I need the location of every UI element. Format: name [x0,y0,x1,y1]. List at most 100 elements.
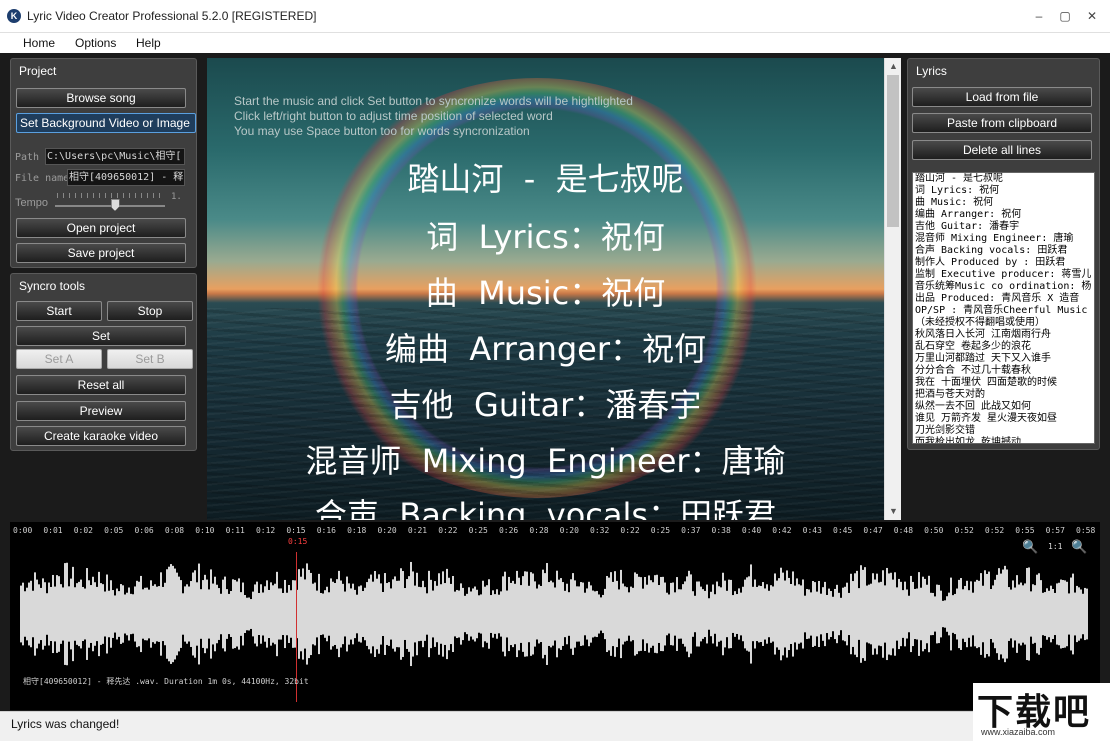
lyrics-list-line[interactable]: 把酒与苍天对酌 [913,389,1094,401]
time-tick-label: 0:11 [226,526,245,535]
delete-all-lines-button[interactable]: Delete all lines [912,140,1092,160]
set-button[interactable]: Set [16,326,186,346]
filename-field[interactable]: 相守[409650012] - 释 [67,169,185,186]
set-background-button[interactable]: Set Background Video or Image [16,113,196,133]
time-tick-label: 0:18 [347,526,366,535]
load-from-file-button[interactable]: Load from file [912,87,1092,107]
time-tick-label: 0:12 [256,526,275,535]
time-tick-label: 0:45 [833,526,852,535]
lyrics-list-line[interactable]: 吉他 Guitar: 潘春宇 [913,221,1094,233]
save-project-button[interactable]: Save project [16,243,186,263]
stop-button[interactable]: Stop [107,301,193,321]
lyrics-list-line[interactable]: 踏山河 - 是七叔呢 [913,173,1094,185]
lyrics-list-line[interactable]: 合声 Backing vocals: 田跃君 [913,245,1094,257]
paste-from-clipboard-button[interactable]: Paste from clipboard [912,113,1092,133]
lyrics-list-line[interactable]: 制作人 Produced by : 田跃君 [913,257,1094,269]
syncro-panel-title: Syncro tools [19,279,85,293]
time-tick-label: 0:38 [712,526,731,535]
path-label: Path [15,152,39,163]
lyrics-list-line[interactable]: 出品 Produced: 青风音乐 X 造音 [913,293,1094,305]
lyrics-list-line[interactable]: 万里山河都踏过 天下又入谁手 [913,353,1094,365]
time-tick-label: 0:58 [1076,526,1095,535]
lyrics-list-line[interactable]: 纵然一去不回 此战又如何 [913,401,1094,413]
time-tick-label: 0:52 [985,526,1004,535]
scroll-up-icon[interactable]: ▲ [885,58,902,75]
time-tick-label: 0:55 [1015,526,1034,535]
scroll-down-icon[interactable]: ▼ [885,503,902,520]
time-tick-label: 0:22 [620,526,639,535]
time-tick-label: 0:00 [13,526,32,535]
time-tick-label: 0:06 [134,526,153,535]
time-tick-label: 0:25 [469,526,488,535]
lyrics-list-line[interactable]: 编曲 Arranger: 祝何 [913,209,1094,221]
time-tick-label: 0:20 [377,526,396,535]
lyric-line[interactable]: 混音师 Mixing Engineer：唐瑜 [207,436,884,482]
time-tick-label: 0:01 [43,526,62,535]
scroll-thumb[interactable] [887,75,899,227]
set-a-button[interactable]: Set A [16,349,102,369]
browse-song-button[interactable]: Browse song [16,88,186,108]
lyrics-list-line[interactable]: 秋风落日入长河 江南烟雨行舟 [913,329,1094,341]
lyrics-text-area[interactable]: 踏山河 - 是七叔呢词 Lyrics: 祝何曲 Music: 祝何编曲 Arra… [912,172,1095,444]
video-preview[interactable]: Start the music and click Set button to … [207,58,884,520]
lyric-line[interactable]: 编曲 Arranger：祝何 [207,324,884,370]
lyrics-list-line[interactable]: 刀光剑影交错 [913,425,1094,437]
time-tick-label: 0:22 [438,526,457,535]
app-window: K Lyric Video Creator Professional 5.2.0… [0,0,1110,741]
tempo-slider[interactable] [55,205,165,207]
lyrics-list-line[interactable]: 乱石穿空 卷起多少的浪花 [913,341,1094,353]
lyric-line[interactable]: 曲 Music：祝何 [207,268,884,314]
time-tick-label: 0:48 [894,526,913,535]
time-tick-label: 0:15 [286,526,305,535]
minimize-icon[interactable]: – [1031,8,1047,24]
lyrics-list-line[interactable]: 监制 Executive producer: 蒋雪儿 [913,269,1094,281]
open-project-button[interactable]: Open project [16,218,186,238]
tempo-slider-thumb[interactable] [111,199,120,211]
lyrics-list-line[interactable]: 分分合合 不过几十载春秋 [913,365,1094,377]
lyrics-list-line[interactable]: 音乐统筹Music co ordination: 杨 [913,281,1094,293]
lyrics-list-line[interactable]: （未经授权不得翻唱或使用） [913,317,1094,329]
lyric-line[interactable]: 吉他 Guitar：潘春宇 [207,380,884,426]
time-tick-label: 0:25 [651,526,670,535]
zoom-in-icon[interactable]: 🔍 [1071,539,1087,555]
lyric-line[interactable]: 踏山河 - 是七叔呢 [207,154,884,200]
app-logo-icon: K [7,9,21,23]
zoom-out-icon[interactable]: 🔍 [1022,539,1038,555]
lyrics-list-line[interactable]: 词 Lyrics: 祝何 [913,185,1094,197]
lyrics-list-line[interactable]: OP/SP : 青风音乐Cheerful Music [913,305,1094,317]
lyrics-list-line[interactable]: 而我枪出如龙 乾坤撼动 [913,437,1094,444]
close-icon[interactable]: ✕ [1084,8,1100,24]
lyric-line[interactable]: 合声 Backing vocals：田跃君 [207,490,884,520]
start-button[interactable]: Start [16,301,102,321]
tempo-label: Tempo [15,197,48,209]
lyrics-list-line[interactable]: 混音师 Mixing Engineer: 唐瑜 [913,233,1094,245]
instruction-line: Click left/right button to adjust time p… [234,109,553,123]
preview-button[interactable]: Preview [16,401,186,421]
path-field[interactable]: C:\Users\pc\Music\相守[ [45,148,185,165]
time-tick-label: 0:50 [924,526,943,535]
time-tick-label: 0:16 [317,526,336,535]
cursor-time: 0:15 [288,537,307,546]
lyrics-list-line[interactable]: 谁见 万箭齐发 星火漫天夜如昼 [913,413,1094,425]
maximize-icon[interactable]: ▢ [1057,8,1073,24]
time-tick-label: 0:21 [408,526,427,535]
lyric-line[interactable]: 词 Lyrics：祝何 [207,212,884,258]
menu-home[interactable]: Home [23,36,55,50]
time-tick-label: 0:37 [681,526,700,535]
preview-scrollbar[interactable]: ▲ ▼ [884,58,901,520]
time-ruler: 0:000:010:020:050:060:080:100:110:120:15… [10,526,1100,538]
time-tick-label: 0:32 [590,526,609,535]
project-panel-title: Project [19,64,56,78]
reset-all-button[interactable]: Reset all [16,375,186,395]
lyrics-list-line[interactable]: 我在 十面埋伏 四面楚歌的时候 [913,377,1094,389]
waveform-timeline[interactable]: 0:000:010:020:050:060:080:100:110:120:15… [10,522,1100,710]
set-b-button[interactable]: Set B [107,349,193,369]
create-karaoke-video-button[interactable]: Create karaoke video [16,426,186,446]
tempo-value: 1. [171,192,182,202]
lyrics-list-line[interactable]: 曲 Music: 祝何 [913,197,1094,209]
status-text: Lyrics was changed! [11,717,119,731]
menu-options[interactable]: Options [75,36,116,50]
time-tick-label: 0:08 [165,526,184,535]
time-tick-label: 0:02 [74,526,93,535]
menu-help[interactable]: Help [136,36,161,50]
